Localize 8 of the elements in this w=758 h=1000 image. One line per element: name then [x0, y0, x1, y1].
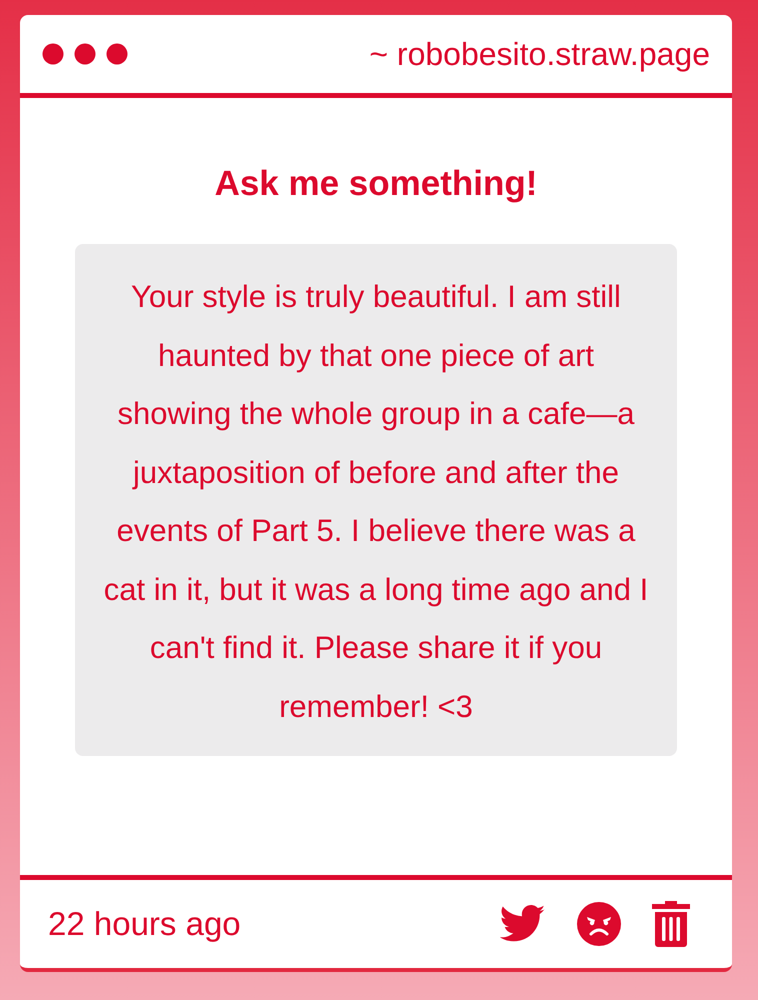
- window-dots-icon: [42, 42, 130, 66]
- timestamp: 22 hours ago: [48, 905, 241, 943]
- bird-icon[interactable]: [500, 905, 546, 943]
- question-text: Your style is truly beautiful. I am still haunted by that one piece of art showing the whole group in a cafe—a juxtaposition of before and after the events of Part 5. I believe there was a cat in it, but it was a long time ago and I can't find it. Please share it if you remember! <3: [75, 244, 677, 756]
- angry-face-icon[interactable]: [576, 901, 622, 947]
- delete-icon[interactable]: [652, 901, 690, 947]
- window-title: ~ robobesito.straw.page: [369, 36, 710, 72]
- heading: Ask me something!: [214, 163, 538, 205]
